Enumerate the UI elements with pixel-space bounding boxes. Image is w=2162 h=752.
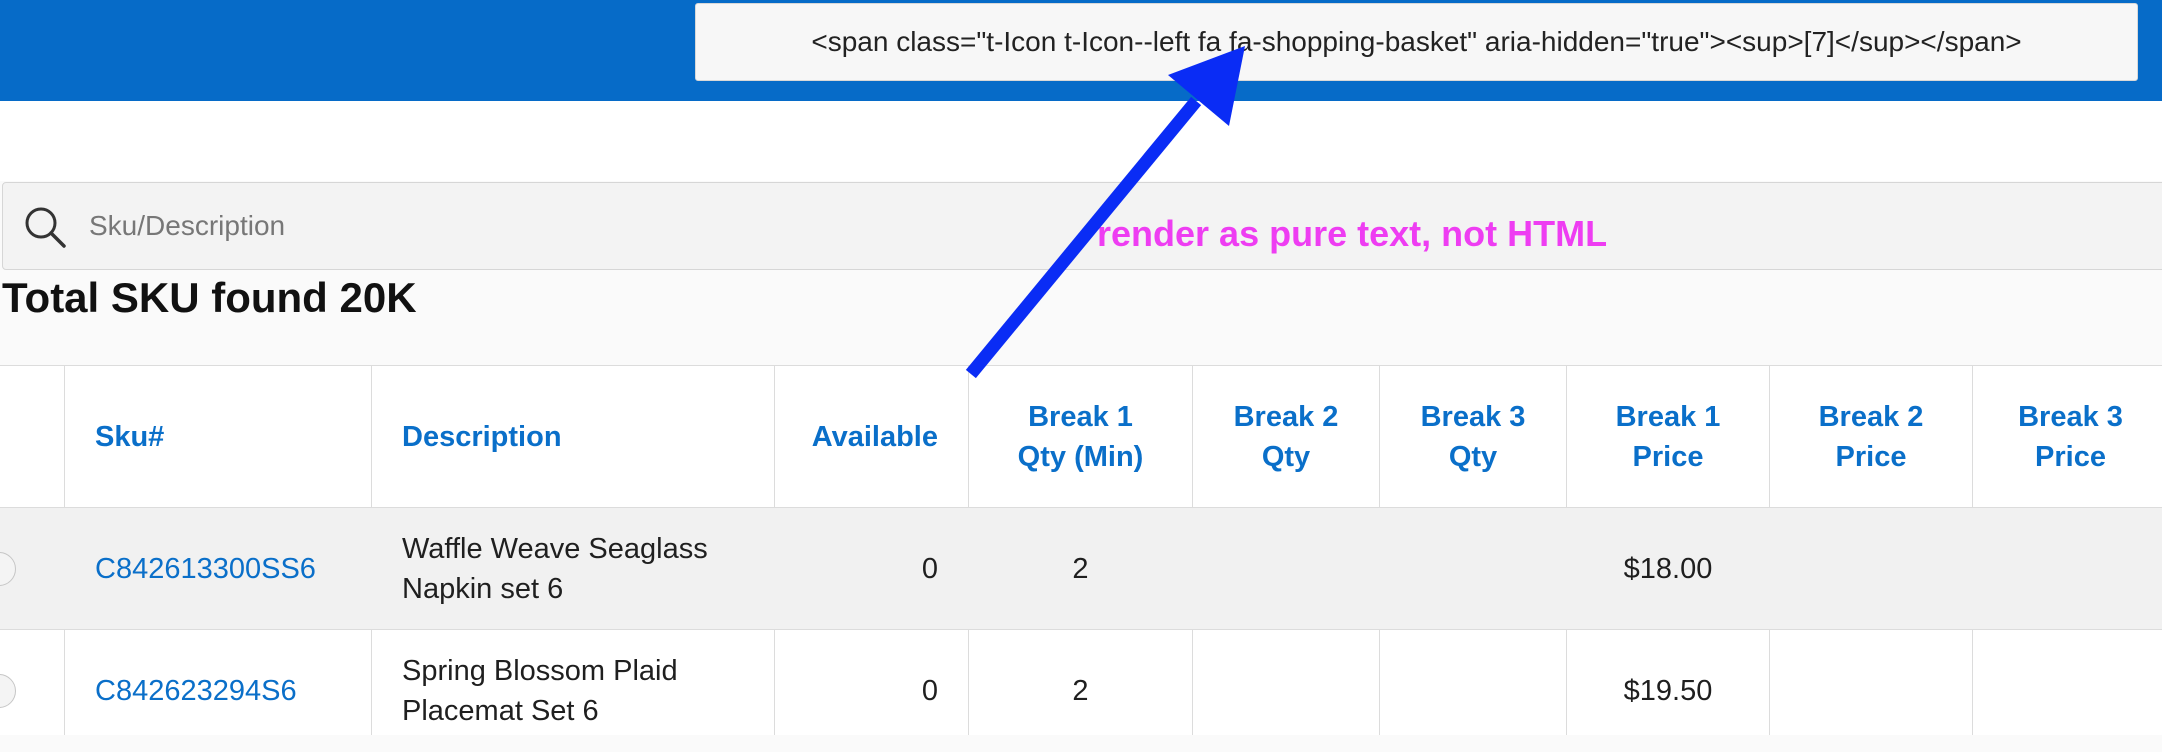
row-select-radio[interactable] — [0, 552, 16, 586]
row-select-radio[interactable] — [0, 674, 16, 708]
sku-link[interactable]: C842613300SS6 — [65, 508, 371, 630]
table-row[interactable]: C842623294S6 Spring Blossom Plaid Placem… — [0, 629, 2162, 751]
header-description-label: Description — [402, 420, 562, 453]
sku-table: Sku# Description Available Break 1 Qty (… — [0, 365, 2162, 735]
break2-qty-cell — [1193, 508, 1379, 630]
break2-price-cell — [1770, 508, 1972, 630]
description-cell: Waffle Weave Seaglass Napkin set 6 — [402, 533, 708, 605]
search-bar[interactable] — [2, 182, 2162, 270]
header-break3-qty-label: Break 3 Qty — [1420, 400, 1526, 473]
header-break2-price[interactable]: Break 2 Price — [1770, 366, 1972, 507]
header-break2-qty[interactable]: Break 2 Qty — [1193, 366, 1379, 507]
annotation-label: render as pure text, not HTML — [1097, 213, 1608, 254]
header-sku-label: Sku# — [95, 420, 165, 453]
header-break1-qty-label: Break 1 Qty (Min) — [1017, 400, 1144, 473]
break1-price-cell: $18.00 — [1623, 553, 1713, 585]
header-sku[interactable]: Sku# — [65, 366, 371, 507]
break1-qty-cell: 2 — [1072, 553, 1089, 585]
header-break3-price-label: Break 3 Price — [2018, 400, 2123, 473]
code-tooltip-text: <span class="t-Icon t-Icon--left fa fa-s… — [811, 26, 2022, 57]
header-available-label: Available — [811, 420, 938, 453]
table-row[interactable]: C842613300SS6 Waffle Weave Seaglass Napk… — [0, 507, 2162, 629]
search-icon — [25, 207, 66, 248]
header-available[interactable]: Available — [775, 366, 968, 507]
break3-price-cell — [1973, 508, 2162, 630]
header-break1-price[interactable]: Break 1 Price — [1567, 366, 1769, 507]
header-description[interactable]: Description — [372, 366, 774, 507]
header-break1-qty[interactable]: Break 1 Qty (Min) — [969, 366, 1192, 507]
code-tooltip: <span class="t-Icon t-Icon--left fa fa-s… — [695, 3, 2138, 81]
header-break3-price[interactable]: Break 3 Price — [1973, 366, 2162, 507]
search-input[interactable] — [89, 183, 989, 269]
header-break2-qty-label: Break 2 Qty — [1233, 400, 1339, 473]
break3-qty-cell — [1380, 508, 1566, 630]
available-cell: 0 — [921, 553, 938, 585]
header-break1-price-label: Break 1 Price — [1615, 400, 1721, 473]
header-spacer — [0, 101, 2162, 181]
header-break3-qty[interactable]: Break 3 Qty — [1380, 366, 1566, 507]
total-sku-count: Total SKU found 20K — [2, 274, 417, 321]
header-break2-price-label: Break 2 Price — [1818, 400, 1924, 473]
